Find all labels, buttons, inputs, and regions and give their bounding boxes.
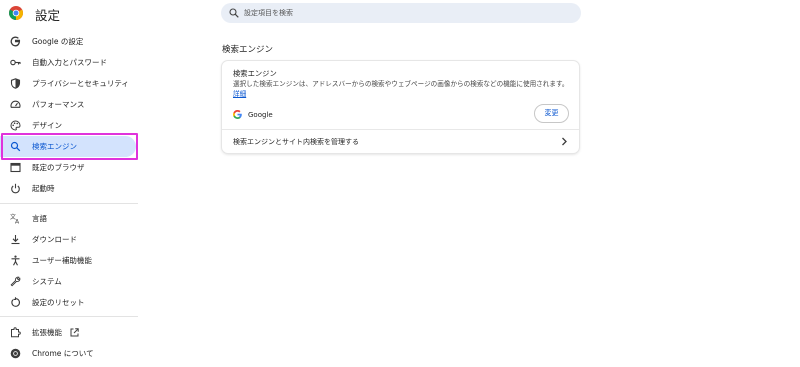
sidebar-item-on-startup[interactable]: 起動時 (0, 178, 136, 199)
extension-icon (11, 327, 21, 338)
translate-icon: 文 A (10, 213, 20, 225)
sidebar-item-about-chrome[interactable]: Chrome について (0, 343, 136, 364)
reset-icon (11, 297, 21, 307)
sidebar-item-label: Google の設定 (32, 37, 84, 46)
sidebar-item-label: 言語 (32, 214, 47, 223)
sidebar-item-autofill[interactable]: 自動入力とパスワード (0, 52, 136, 73)
sidebar-item-system[interactable]: システム (0, 271, 136, 292)
chevron-right-icon (562, 137, 567, 146)
sidebar-item-label: ダウンロード (32, 235, 77, 244)
power-icon (11, 183, 20, 194)
sidebar-item-label: Chrome について (32, 349, 94, 358)
sidebar-item-accessibility[interactable]: ユーザー補助機能 (0, 250, 136, 271)
search-box[interactable] (221, 3, 581, 23)
card-title: 検索エンジン (233, 69, 277, 78)
sidebar-item-label: ユーザー補助機能 (32, 256, 92, 265)
chrome-logo-icon (10, 348, 21, 359)
sidebar-item-privacy[interactable]: プライバシーとセキュリティ (0, 73, 136, 94)
sidebar-item-label: 自動入力とパスワード (32, 58, 107, 67)
top-bar: 設定 (0, 0, 800, 26)
wrench-icon (10, 276, 21, 287)
learn-more-link[interactable]: 詳細 (233, 90, 246, 98)
google-g-icon (10, 36, 21, 47)
speedometer-icon (10, 100, 21, 108)
sidebar-item-label: 拡張機能 (32, 328, 62, 337)
sidebar-item-default-browser[interactable]: 既定のブラウザ (0, 157, 136, 178)
download-icon (11, 235, 20, 245)
sidebar-item-label: プライバシーとセキュリティ (32, 79, 129, 88)
search-icon (229, 8, 239, 18)
sidebar-divider (0, 203, 138, 204)
sidebar-item-downloads[interactable]: ダウンロード (0, 229, 136, 250)
sidebar-item-languages[interactable]: 文 A 言語 (0, 208, 136, 229)
google-g-icon (233, 110, 242, 119)
sidebar-item-extensions[interactable]: 拡張機能 (0, 322, 136, 343)
sidebar-item-label: 既定のブラウザ (32, 163, 85, 172)
browser-window-icon (10, 162, 21, 173)
shield-icon (10, 78, 21, 89)
svg-text:A: A (15, 219, 20, 225)
accessibility-icon (11, 255, 20, 266)
manage-search-engines-label: 検索エンジンとサイト内検索を管理する (233, 138, 359, 146)
search-input[interactable] (244, 3, 574, 23)
manage-search-engines-row[interactable]: 検索エンジンとサイト内検索を管理する (222, 130, 579, 153)
chrome-logo-icon (9, 6, 23, 20)
key-icon (10, 59, 21, 66)
selection-highlight-box (1, 133, 138, 160)
open-in-new-icon (70, 328, 79, 337)
description-text: 選択した検索エンジンは、アドレスバーからの検索やウェブページの画像からの検索など… (233, 80, 569, 88)
card-description: 選択した検索エンジンは、アドレスバーからの検索やウェブページの画像からの検索など… (233, 79, 571, 99)
sidebar-item-label: パフォーマンス (32, 100, 85, 109)
palette-icon (10, 120, 21, 131)
sidebar-item-google[interactable]: Google の設定 (0, 31, 136, 52)
section-title: 検索エンジン (222, 45, 274, 55)
sidebar-item-reset[interactable]: 設定のリセット (0, 292, 136, 313)
sidebar-item-label: 設定のリセット (32, 298, 85, 307)
search-engine-card: 検索エンジン 選択した検索エンジンは、アドレスバーからの検索やウェブページの画像… (222, 61, 579, 153)
sidebar-item-label: システム (32, 277, 62, 286)
current-engine-name: Google (248, 111, 273, 119)
page-title: 設定 (35, 8, 61, 23)
sidebar-item-label: デザイン (32, 121, 62, 130)
sidebar-divider (0, 316, 138, 317)
change-button[interactable]: 変更 (534, 104, 569, 123)
sidebar-item-label: 起動時 (32, 184, 55, 193)
sidebar-item-performance[interactable]: パフォーマンス (0, 94, 136, 115)
